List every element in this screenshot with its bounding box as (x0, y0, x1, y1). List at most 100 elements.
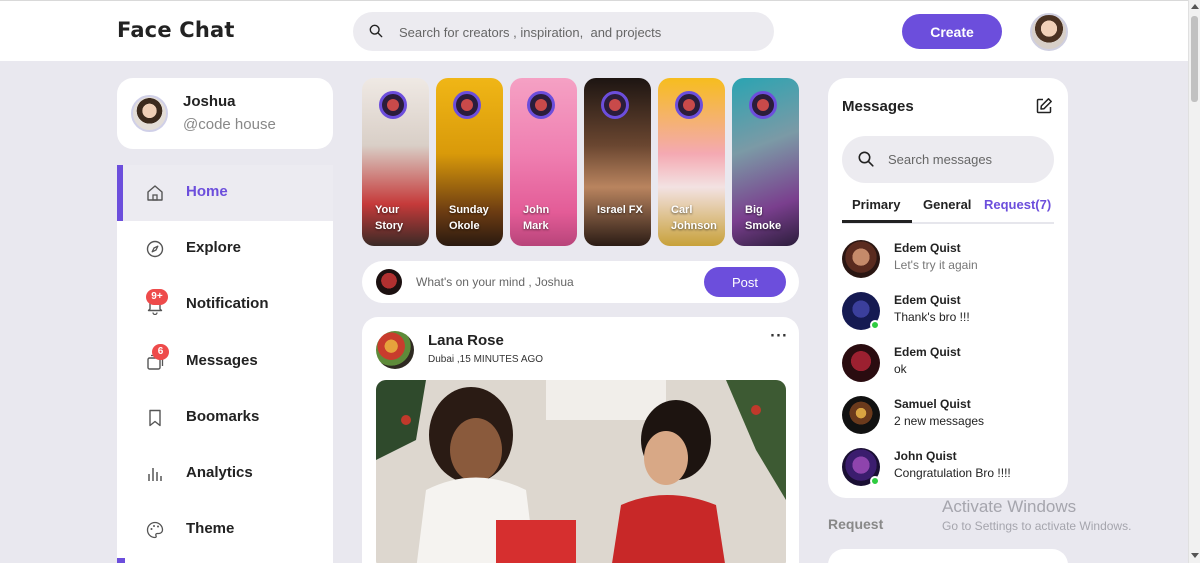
scroll-thumb[interactable] (1191, 16, 1198, 102)
sidebar-item-theme[interactable]: Theme (117, 502, 333, 558)
post-button[interactable]: Post (704, 267, 786, 297)
story-card[interactable]: Sunday Okole (436, 78, 503, 246)
post-author-avatar[interactable] (376, 331, 414, 369)
search-icon (369, 24, 383, 38)
chat-avatar (842, 240, 880, 278)
composer-avatar (376, 269, 402, 295)
chat-item[interactable]: Edem Quist Thank's bro !!! (842, 290, 1054, 334)
sidebar-item-label: Explore (186, 239, 242, 256)
chat-name: Edem Quist (894, 241, 961, 255)
post-meta: Dubai ,15 MINUTES AGO (428, 354, 544, 365)
watermark-title: Activate Windows (942, 497, 1077, 516)
story-avatar (379, 91, 407, 119)
sidebar-item-label: Theme (186, 520, 235, 537)
post-image[interactable] (376, 380, 786, 563)
chat-name: John Quist (894, 449, 957, 463)
story-card[interactable]: John Mark (510, 78, 577, 246)
profile-name: Joshua (183, 93, 236, 110)
home-icon (147, 185, 163, 201)
story-name: Sunday Okole (449, 204, 489, 232)
chat-item[interactable]: Edem Quist ok (842, 342, 1054, 386)
sidebar-nav: Home Explore 9+ Notification 6 Messages … (117, 165, 333, 563)
profile-card[interactable]: Joshua @code house (117, 78, 333, 149)
messages-search[interactable] (842, 136, 1054, 183)
sidebar-item-explore[interactable]: Explore (117, 221, 333, 277)
chat-name: Samuel Quist (894, 397, 971, 411)
chat-name: Edem Quist (894, 345, 961, 359)
feed-post: Lana Rose Dubai ,15 MINUTES AGO ··· (362, 317, 799, 563)
compose-edit-icon[interactable] (1035, 97, 1053, 115)
story-card[interactable]: Israel FX (584, 78, 651, 246)
chat-preview: Let's try it again (894, 258, 978, 272)
tab-request[interactable]: Request(7) (984, 197, 1051, 212)
create-button[interactable]: Create (902, 14, 1002, 49)
messages-badge: 6 (152, 344, 169, 360)
requests-heading: Request (828, 516, 884, 532)
palette-icon (146, 521, 164, 539)
user-avatar[interactable] (1030, 13, 1068, 51)
chat-preview: 2 new messages (894, 414, 985, 428)
sidebar-item-label: Analytics (186, 464, 253, 481)
sidebar-item-label: Notification (186, 295, 269, 312)
post-author-name[interactable]: Lana Rose (428, 332, 504, 349)
search-input[interactable] (399, 21, 759, 43)
scroll-down-arrow-icon[interactable] (1191, 553, 1199, 558)
post-photo-illustration (376, 380, 786, 563)
requests-panel (828, 549, 1068, 563)
bookmark-icon (149, 409, 161, 427)
story-avatar (453, 91, 481, 119)
tab-primary[interactable]: Primary (852, 197, 900, 212)
sidebar-item-home[interactable]: Home (117, 165, 333, 221)
profile-avatar (131, 95, 168, 132)
story-name: Big Smoke (745, 204, 782, 232)
sidebar-item-bookmarks[interactable]: Boomarks (117, 390, 333, 446)
nav-accent-bar (117, 558, 125, 563)
chat-item[interactable]: Samuel Quist 2 new messages (842, 394, 1054, 438)
messages-search-input[interactable] (888, 149, 1038, 169)
windows-activation-watermark: Activate Windows Go to Settings to activ… (942, 497, 1131, 533)
scroll-up-arrow-icon[interactable] (1191, 4, 1199, 9)
profile-handle: @code house (183, 116, 276, 133)
sidebar-item-label: Boomarks (186, 408, 260, 425)
story-card[interactable]: Carl Johnson (658, 78, 725, 246)
chat-item[interactable]: Edem Quist Let's try it again (842, 238, 1054, 282)
chat-avatar (842, 396, 880, 434)
sidebar-item-messages[interactable]: 6 Messages (117, 334, 333, 390)
compass-icon (146, 240, 164, 258)
online-status-indicator (870, 320, 880, 330)
chat-avatar (842, 344, 880, 382)
search-icon (858, 151, 874, 167)
post-composer: Post (362, 261, 799, 303)
sidebar-item-label: Home (186, 183, 228, 200)
story-avatar (601, 91, 629, 119)
story-card[interactable]: Big Smoke (732, 78, 799, 246)
story-avatar (675, 91, 703, 119)
story-card[interactable]: Your Story (362, 78, 429, 246)
online-status-indicator (870, 476, 880, 486)
top-navbar: Face Chat Create (0, 0, 1188, 61)
notification-badge: 9+ (146, 289, 168, 305)
global-search[interactable] (353, 12, 774, 51)
story-avatar (749, 91, 777, 119)
app-logo[interactable]: Face Chat (117, 18, 235, 42)
watermark-subtitle: Go to Settings to activate Windows. (942, 519, 1132, 533)
sidebar-item-label: Messages (186, 352, 258, 369)
chat-preview: Thank's bro !!! (894, 310, 970, 324)
chat-preview: Congratulation Bro !!!! (894, 466, 1011, 480)
chat-preview: ok (894, 362, 907, 376)
messages-title: Messages (842, 98, 914, 115)
story-avatar (527, 91, 555, 119)
story-name: John Mark (523, 204, 550, 232)
messages-tabs: Primary General Request(7) (842, 196, 1054, 224)
composer-input[interactable] (416, 272, 686, 292)
story-name: Carl Johnson (671, 204, 717, 232)
page-scrollbar[interactable] (1188, 0, 1200, 563)
chat-name: Edem Quist (894, 293, 961, 307)
chat-item[interactable]: John Quist Congratulation Bro !!!! (842, 446, 1054, 490)
analytics-icon (148, 468, 162, 481)
sidebar-item-notification[interactable]: 9+ Notification (117, 277, 333, 333)
post-menu-icon[interactable]: ··· (770, 329, 788, 344)
sidebar-item-analytics[interactable]: Analytics (117, 446, 333, 502)
active-tab-indicator (842, 220, 912, 223)
tab-general[interactable]: General (923, 197, 971, 212)
